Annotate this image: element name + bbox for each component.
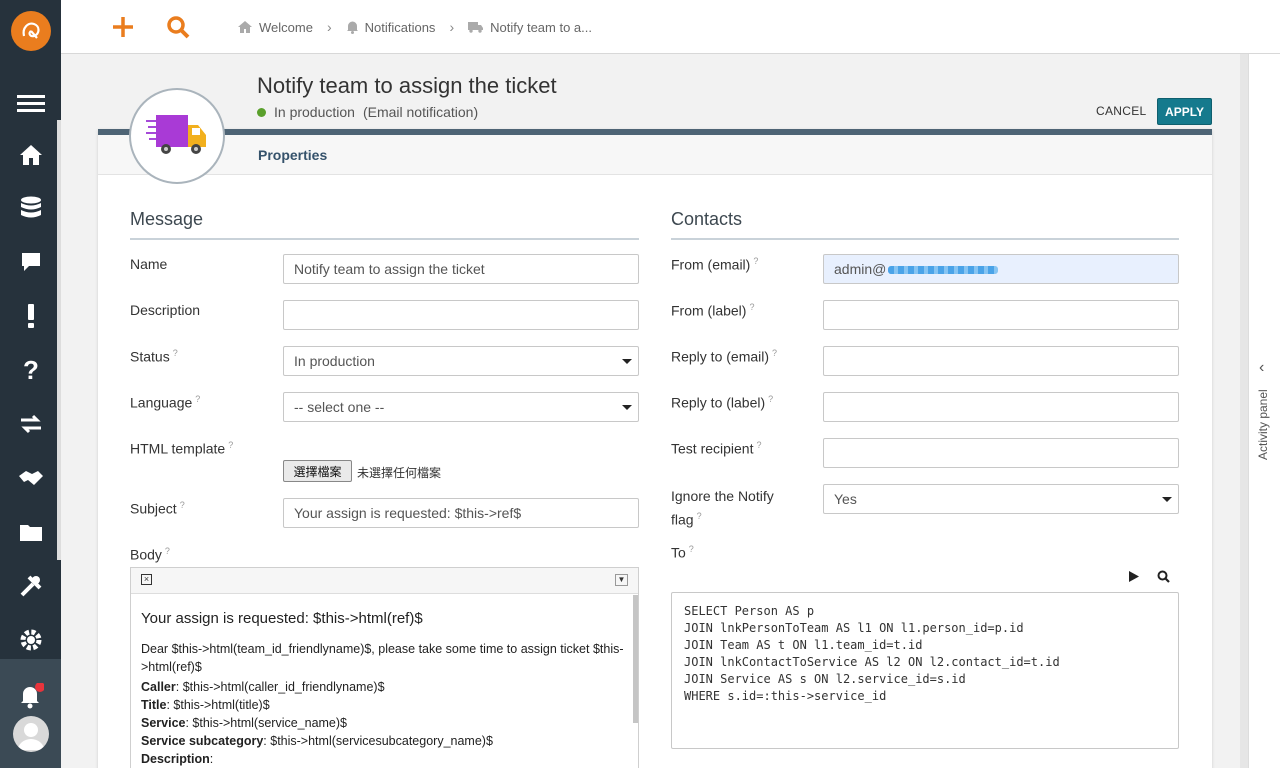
from-email-input[interactable]: admin@ [823, 254, 1179, 284]
status-label: Status? [130, 348, 178, 365]
section-title-contacts: Contacts [671, 209, 1179, 240]
description-input[interactable] [283, 300, 639, 330]
chevron-down-icon [622, 359, 632, 364]
chevron-right-icon: › [449, 19, 455, 35]
bell-icon [346, 21, 358, 34]
name-input[interactable]: Notify team to assign the ticket [283, 254, 639, 284]
subject-label: Subject? [130, 500, 185, 517]
description-label: Description [130, 302, 201, 318]
body-content[interactable]: Your assign is requested: $this->html(re… [131, 594, 638, 768]
settings-icon[interactable] [15, 624, 47, 656]
page-title: Notify team to assign the ticket [257, 73, 557, 98]
tab-bar: Properties [98, 135, 1212, 175]
body-label: Body? [130, 546, 170, 563]
alert-icon[interactable] [15, 300, 47, 332]
from-email-label: From (email)? [671, 256, 759, 273]
truck-icon [468, 22, 484, 33]
ignore-notify-select[interactable]: Yes [823, 484, 1179, 514]
database-icon[interactable] [15, 192, 47, 224]
exchange-icon[interactable] [15, 408, 47, 440]
user-avatar[interactable] [13, 716, 49, 752]
from-label-input[interactable] [823, 300, 1179, 330]
language-label: Language? [130, 394, 201, 411]
app-logo[interactable] [11, 11, 51, 51]
html-template-label: HTML template? [130, 440, 234, 457]
to-label: To? [671, 544, 694, 561]
file-status-text: 未選擇任何檔案 [357, 466, 442, 480]
chat-icon[interactable] [15, 246, 47, 278]
chevron-down-icon [1162, 497, 1172, 502]
body-editor[interactable]: × ▼ Your assign is requested: $this->htm… [130, 567, 639, 768]
user-area [0, 659, 61, 768]
maximize-icon[interactable]: × [141, 574, 152, 585]
notification-bell-icon[interactable] [18, 682, 45, 714]
truck-icon [146, 115, 206, 154]
name-label: Name [130, 256, 168, 272]
status-select[interactable]: In production [283, 346, 639, 376]
redacted-mark [888, 266, 999, 275]
breadcrumb: Welcome › Notifications › Notify team to… [237, 0, 592, 54]
ignore-notify-label: Ignore the Notify flag? [671, 488, 774, 528]
topbar: Welcome › Notifications › Notify team to… [61, 0, 1280, 54]
reply-to-label-input[interactable] [823, 392, 1179, 422]
to-query-textarea[interactable]: SELECT Person AS p JOIN lnkPersonToTeam … [671, 592, 1179, 749]
chevron-down-icon [622, 405, 632, 410]
search-icon[interactable] [1157, 570, 1170, 588]
apply-button[interactable]: APPLY [1157, 98, 1212, 125]
status-dot-icon [257, 107, 266, 117]
breadcrumb-item-current[interactable]: Notify team to a... [468, 20, 592, 35]
object-icon [129, 88, 225, 184]
language-select[interactable]: -- select one -- [283, 392, 639, 422]
choose-file-button[interactable]: 選擇檔案 [283, 460, 352, 482]
chevron-right-icon: › [326, 19, 332, 35]
search-icon[interactable] [163, 12, 193, 42]
tab-properties[interactable]: Properties [258, 147, 327, 163]
help-icon[interactable]: ? [15, 354, 47, 386]
sidebar: ? [0, 0, 61, 768]
handshake-icon[interactable] [15, 462, 47, 494]
test-recipient-label: Test recipient? [671, 440, 762, 457]
tools-icon[interactable] [15, 570, 47, 602]
editor-scrollbar[interactable] [633, 595, 638, 723]
chevron-down-icon[interactable]: ▼ [615, 574, 628, 586]
cancel-button[interactable]: CANCEL [1090, 99, 1152, 123]
plus-icon[interactable] [108, 12, 138, 42]
subject-input[interactable]: Your assign is requested: $this->ref$ [283, 498, 639, 528]
test-recipient-input[interactable] [823, 438, 1179, 468]
home-icon[interactable] [15, 139, 47, 171]
home-icon [238, 21, 252, 33]
breadcrumb-item-notifications[interactable]: Notifications [346, 20, 435, 35]
status-badge: In production (Email notification) [257, 104, 478, 120]
reply-to-label-label: Reply to (label)? [671, 394, 774, 411]
reply-to-email-input[interactable] [823, 346, 1179, 376]
from-label-label: From (label)? [671, 302, 755, 319]
editor-toolbar: × ▼ [131, 568, 638, 594]
page-scrollbar[interactable] [1240, 54, 1248, 768]
activity-panel-label[interactable]: Activity panel [1256, 389, 1270, 460]
breadcrumb-item-welcome[interactable]: Welcome [237, 20, 313, 35]
folder-icon[interactable] [15, 516, 47, 548]
section-title-message: Message [130, 209, 639, 240]
sidebar-scrollbar[interactable] [57, 120, 61, 560]
menu-icon[interactable] [15, 88, 47, 120]
chevron-left-icon[interactable]: ‹ [1259, 359, 1264, 377]
run-query-icon[interactable] [1128, 570, 1140, 588]
reply-to-email-label: Reply to (email)? [671, 348, 778, 365]
